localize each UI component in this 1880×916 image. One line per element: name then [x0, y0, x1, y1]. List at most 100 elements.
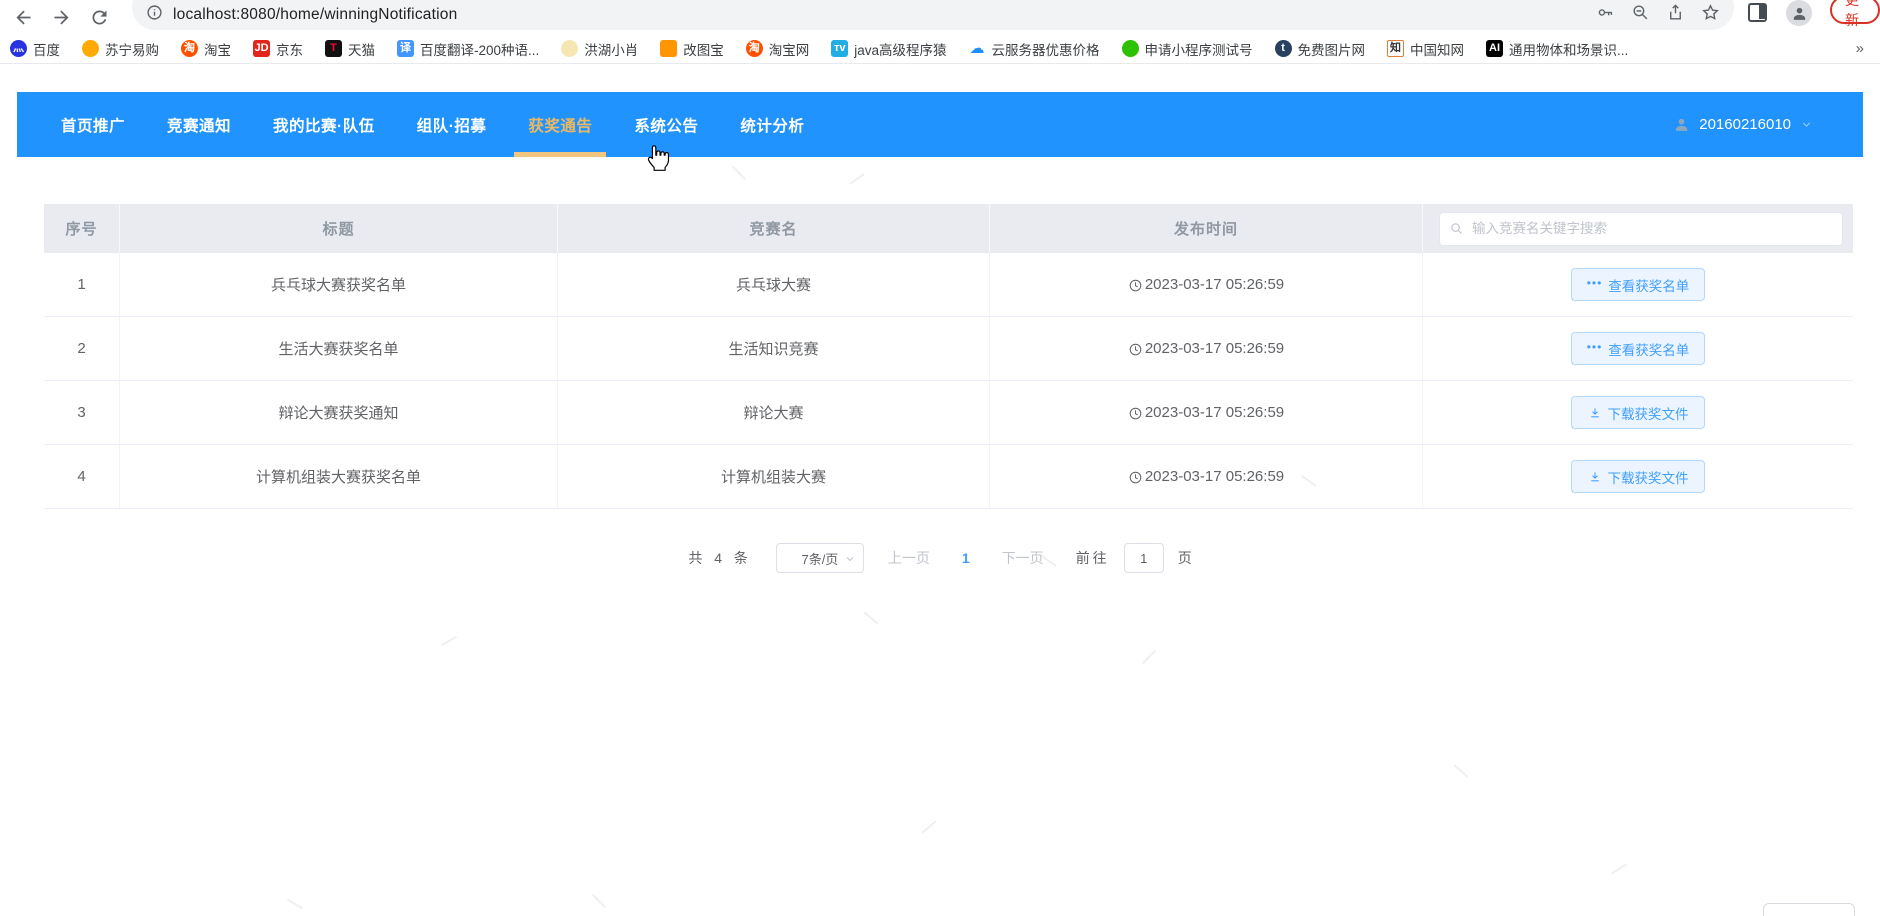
bookmark-label: 淘宝网 [768, 42, 810, 58]
bookmark-label: 通用物体和场景识... [1509, 42, 1629, 58]
bottom-right-widget [1763, 903, 1855, 916]
download-icon [1590, 407, 1599, 417]
bookmark-item[interactable]: t 免费图片网 [1274, 39, 1366, 59]
publish-time-text: 2023-03-17 05:26:59 [1144, 276, 1285, 293]
publish-time-text: 2023-03-17 05:26:59 [1144, 404, 1285, 421]
action-cell: 下载获奖文件 [1423, 445, 1853, 508]
bookmark-favicon [82, 40, 99, 57]
nav-item-6[interactable]: 系统公告 [620, 92, 712, 157]
download-icon [1590, 471, 1599, 481]
back-button[interactable] [8, 2, 38, 32]
competition-name: 计算机组装大赛 [558, 445, 990, 508]
pagination: 共 4 条 7条/页 上一页 1 下一页 前往 页 [0, 543, 1880, 573]
bookmark-item[interactable]: ☁ 云服务器优惠价格 [969, 39, 1100, 59]
bookmark-favicon: 淘 [181, 40, 198, 57]
bookmark-item[interactable]: 洪湖小肖 [561, 39, 638, 59]
table-row: 4 计算机组装大赛获奖名单 计算机组装大赛 2023-03-17 05:26:59 下载… [44, 445, 1853, 509]
bookmark-item[interactable]: 申请小程序测试号 [1121, 39, 1253, 59]
zoom-out-icon[interactable] [1631, 3, 1650, 27]
search-icon [1451, 222, 1462, 234]
username-text: 20160216010 [1699, 116, 1791, 133]
bookmark-favicon: AI [1486, 40, 1504, 57]
bookmark-item[interactable]: 译百度翻译-200种语... [397, 39, 539, 59]
bookmark-item[interactable]: AI 通用物体和场景识... [1486, 39, 1628, 59]
column-header: 序号 [44, 204, 120, 253]
bookmark-item[interactable]: ᴛᴠ java高级程序猿 [831, 39, 947, 59]
decor-mark [849, 173, 865, 185]
share-icon[interactable] [1666, 3, 1685, 27]
bookmark-items: 灬百度 苏宁易购淘淘宝 JD 京东 T 天猫译百度翻译-200种语... 洪湖小肖 改图宝淘淘… [10, 39, 1850, 59]
decor-mark [921, 820, 937, 834]
bookmark-label: 免费图片网 [1297, 42, 1366, 58]
nav-item-2[interactable]: 竞赛通知 [153, 92, 245, 157]
search-header-cell [1423, 204, 1853, 253]
refresh-button[interactable] [84, 2, 114, 32]
nav-items: 首页推广 竞赛通知 我的比赛·队伍 组队·招募 获奖通告 系统公告 统计分析 [47, 92, 818, 157]
bookmarks-overflow-icon[interactable]: » [1850, 40, 1870, 57]
site-info-icon[interactable] [146, 4, 163, 26]
publish-time: 2023-03-17 05:26:59 [990, 381, 1423, 444]
search-box [1439, 211, 1843, 246]
action-cell: ••• 查看获奖名单 [1423, 253, 1853, 316]
bookmark-favicon: t [1274, 40, 1292, 57]
row-index: 4 [44, 445, 120, 508]
user-menu[interactable]: 20160216010 [1673, 92, 1813, 157]
column-header: 标题 [120, 204, 558, 253]
select-chevron-icon [846, 557, 854, 562]
bookmark-item[interactable]: 灬百度 [10, 39, 60, 59]
clock-icon [1129, 407, 1142, 420]
prev-page-button[interactable]: 上一页 [878, 548, 940, 568]
nav-item-5[interactable]: 获奖通告 [514, 92, 607, 157]
bookmark-item[interactable]: 改图宝 [660, 39, 724, 59]
clock-icon [1129, 279, 1142, 292]
search-input[interactable] [1439, 211, 1843, 246]
nav-item-3[interactable]: 我的比赛·队伍 [259, 92, 389, 157]
bookmark-label: 淘宝 [204, 42, 231, 58]
bookmark-label: 中国知网 [1410, 42, 1465, 58]
nav-item-1[interactable]: 首页推广 [47, 92, 139, 157]
publish-time-text: 2023-03-17 05:26:59 [1144, 340, 1285, 357]
bookmark-favicon: 译 [397, 40, 414, 57]
publish-time: 2023-03-17 05:26:59 [990, 445, 1423, 508]
forward-button[interactable] [46, 2, 76, 32]
page-size-select[interactable]: 7条/页 [775, 543, 864, 573]
row-index: 1 [44, 253, 120, 316]
side-panel-icon[interactable] [1748, 3, 1767, 22]
bookmark-item[interactable]: T 天猫 [325, 39, 375, 59]
clock-icon [1129, 471, 1142, 484]
current-page-number[interactable]: 1 [954, 550, 978, 566]
view-award-list-button[interactable]: ••• 查看获奖名单 [1571, 268, 1705, 301]
bookmark-item[interactable]: JD 京东 [253, 39, 303, 59]
publish-time: 2023-03-17 05:26:59 [990, 253, 1423, 316]
bookmark-item[interactable]: 淘淘宝网 [745, 39, 810, 59]
password-key-icon[interactable] [1596, 3, 1615, 27]
profile-avatar[interactable] [1786, 0, 1812, 26]
ellipsis-icon: ••• [1586, 275, 1603, 290]
browser-update-button[interactable]: 更新 [1830, 0, 1880, 28]
download-award-file-button[interactable]: 下载获奖文件 [1571, 396, 1705, 429]
bookmark-item[interactable]: 淘淘宝 [181, 39, 231, 59]
action-button-label: 查看获奖名单 [1608, 342, 1690, 358]
goto-page-input[interactable] [1123, 543, 1164, 573]
nav-item-7[interactable]: 统计分析 [726, 92, 818, 157]
bookmark-star-icon[interactable] [1701, 3, 1720, 27]
bookmark-favicon: 灬 [10, 40, 27, 57]
url-text[interactable]: localhost:8080/home/winningNotification [173, 6, 457, 24]
action-cell: ••• 查看获奖名单 [1423, 317, 1853, 380]
download-award-file-button[interactable]: 下载获奖文件 [1571, 460, 1705, 493]
chevron-down-icon [1802, 122, 1811, 127]
bookmark-item[interactable]: 苏宁易购 [82, 39, 159, 59]
goto-label: 前往 [1075, 550, 1110, 566]
bookmark-label: 改图宝 [683, 42, 724, 58]
bookmark-label: 天猫 [348, 42, 375, 58]
bookmark-item[interactable]: 知中国知网 [1387, 39, 1464, 59]
decor-mark [1453, 764, 1469, 778]
bookmark-label: 申请小程序测试号 [1144, 42, 1253, 58]
clock-icon [1129, 343, 1142, 356]
action-button-label: 下载获奖文件 [1607, 470, 1689, 486]
bookmark-label: java高级程序猿 [854, 42, 947, 58]
decor-mark [591, 893, 607, 909]
nav-item-4[interactable]: 组队·招募 [403, 92, 501, 157]
url-bar[interactable]: localhost:8080/home/winningNotification [132, 0, 1734, 30]
view-award-list-button[interactable]: ••• 查看获奖名单 [1571, 332, 1705, 365]
